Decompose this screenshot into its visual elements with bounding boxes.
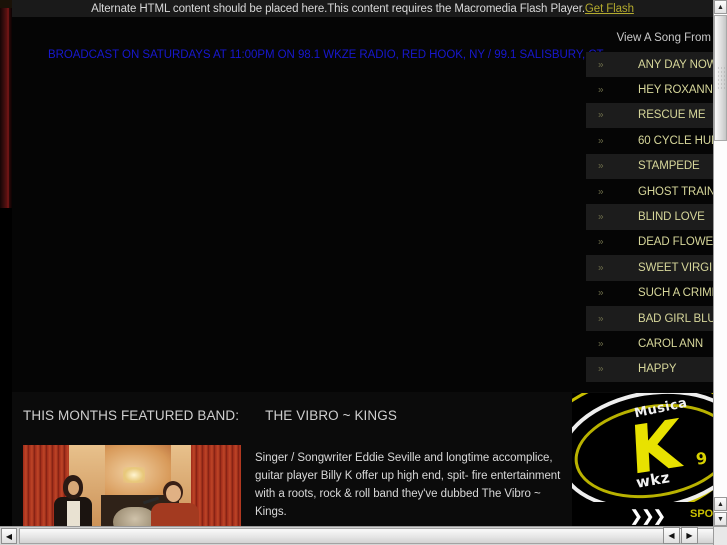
song-title: SWEET VIRGINIA [638, 261, 713, 274]
song-list-item[interactable]: » 60 CYCLE HUM [586, 128, 713, 153]
vertical-scrollbar[interactable]: ▲ ▲ ▼ [713, 0, 727, 531]
scrollbar-grip-icon [717, 66, 726, 90]
scroll-left-button[interactable]: ◀ [1, 528, 17, 544]
horizontal-scrollbar-thumb[interactable] [19, 528, 727, 544]
song-title: GHOST TRAIN [638, 185, 713, 198]
song-title: STAMPEDE [638, 160, 700, 173]
song-list-item[interactable]: » BAD GIRL BLUES [586, 305, 713, 332]
flash-alt-content-bar: Alternate HTML content should be placed … [12, 0, 713, 17]
chevron-double-right-icon: » [598, 211, 603, 223]
song-list: » ANY DAY NOW » HEY ROXANNE » RESCUE ME » 60 CY… [586, 52, 713, 383]
triangle-up-icon-secondary: ▲ [717, 500, 724, 508]
chevron-double-right-icon: » [598, 135, 603, 147]
song-list-item[interactable]: » GHOST TRAIN [586, 179, 713, 204]
sponsor-label: SPO [690, 508, 713, 520]
song-list-item[interactable]: » DEAD FLOWERS [586, 230, 713, 255]
song-title: DEAD FLOWERS [638, 236, 713, 249]
song-list-item[interactable]: » BLIND LOVE [586, 204, 713, 230]
triangle-left-icon-secondary: ◀ [668, 531, 675, 540]
left-edge-strip [0, 8, 12, 208]
song-title: BAD GIRL BLUES [638, 312, 713, 325]
chevron-double-right-icon: » [598, 236, 603, 248]
scrollbar-corner [713, 526, 727, 545]
song-list-item[interactable]: » ANY DAY NOW [586, 52, 713, 78]
song-title: BLIND LOVE [638, 211, 705, 224]
featured-band-heading: THIS MONTHS FEATURED BAND: THE VIBRO ~ KI… [23, 408, 397, 423]
song-title: 60 CYCLE HUM [638, 134, 713, 147]
broadcast-info-text: BROADCAST ON SATURDAYS AT 11:00PM ON 98.… [48, 49, 604, 61]
chevron-double-right-icon: » [598, 160, 603, 172]
scroll-left-button-secondary[interactable]: ◀ [663, 527, 680, 544]
song-panel: View A Song From » ANY DAY NOW » HEY ROXANN… [573, 17, 713, 392]
wkze-logo: Musica K 9 wkz [572, 393, 713, 502]
song-list-item[interactable]: » SWEET VIRGINIA [586, 255, 713, 281]
song-title: HAPPY [638, 363, 677, 376]
scroll-down-button[interactable]: ▼ [714, 512, 727, 526]
song-title: ANY DAY NOW [638, 58, 713, 71]
featured-band-name: THE VIBRO ~ KINGS [265, 408, 397, 423]
chevron-double-right-icon: » [598, 109, 603, 121]
chevrons-icon: ❯❯❯ [630, 508, 666, 525]
featured-band-description: Singer / Songwriter Eddie Seville and lo… [255, 452, 561, 519]
chevron-double-right-icon: » [598, 287, 603, 299]
chevron-double-right-icon: » [598, 338, 603, 350]
song-title: SUCH A CRIME [638, 287, 713, 300]
left-edge-accent-line [7, 8, 9, 208]
song-title: HEY ROXANNE [638, 84, 713, 97]
browser-page: Alternate HTML content should be placed … [0, 0, 727, 545]
song-list-item[interactable]: » CAROL ANN [586, 331, 713, 356]
flash-alt-message: Alternate HTML content should be placed … [91, 3, 634, 15]
song-list-item[interactable]: » HAPPY [586, 356, 713, 383]
scroll-up-button-secondary[interactable]: ▲ [714, 497, 727, 511]
scroll-right-button[interactable]: ▶ [681, 527, 698, 544]
triangle-down-icon: ▼ [717, 515, 724, 523]
triangle-right-icon: ▶ [686, 531, 693, 540]
chevron-double-right-icon: » [598, 59, 603, 71]
song-list-item[interactable]: » RESCUE ME [586, 102, 713, 129]
song-panel-title: View A Song From [616, 32, 711, 44]
chevron-double-right-icon: » [598, 84, 603, 96]
get-flash-link[interactable]: Get Flash [585, 3, 634, 15]
vertical-scrollbar-thumb[interactable] [714, 15, 727, 141]
scroll-up-button[interactable]: ▲ [714, 0, 727, 14]
band-photo [23, 445, 241, 535]
band-photo-musician-left-face [68, 481, 79, 495]
sponsor-strip: ❯❯❯ SPO [572, 502, 713, 526]
triangle-up-icon: ▲ [717, 3, 724, 11]
song-list-item[interactable]: » HEY ROXANNE [586, 77, 713, 102]
song-title: CAROL ANN [638, 337, 704, 350]
band-photo-musician-right-face [166, 485, 181, 502]
chevron-double-right-icon: » [598, 262, 603, 274]
horizontal-scrollbar[interactable]: ◀ ◀ ▶ [0, 526, 727, 545]
song-title: RESCUE ME [638, 109, 706, 122]
song-list-item[interactable]: » STAMPEDE [586, 153, 713, 179]
chevron-double-right-icon: » [598, 186, 603, 198]
chevron-double-right-icon: » [598, 363, 603, 375]
band-photo-lamp [123, 467, 145, 483]
horizontal-scroll-button-group: ◀ ▶ [663, 527, 699, 544]
chevron-double-right-icon: » [598, 313, 603, 325]
featured-band-label: THIS MONTHS FEATURED BAND: [23, 408, 240, 423]
song-list-item[interactable]: » SUCH A CRIME [586, 281, 713, 306]
flash-alt-message-text: Alternate HTML content should be placed … [91, 2, 585, 15]
triangle-left-icon: ◀ [5, 531, 13, 541]
